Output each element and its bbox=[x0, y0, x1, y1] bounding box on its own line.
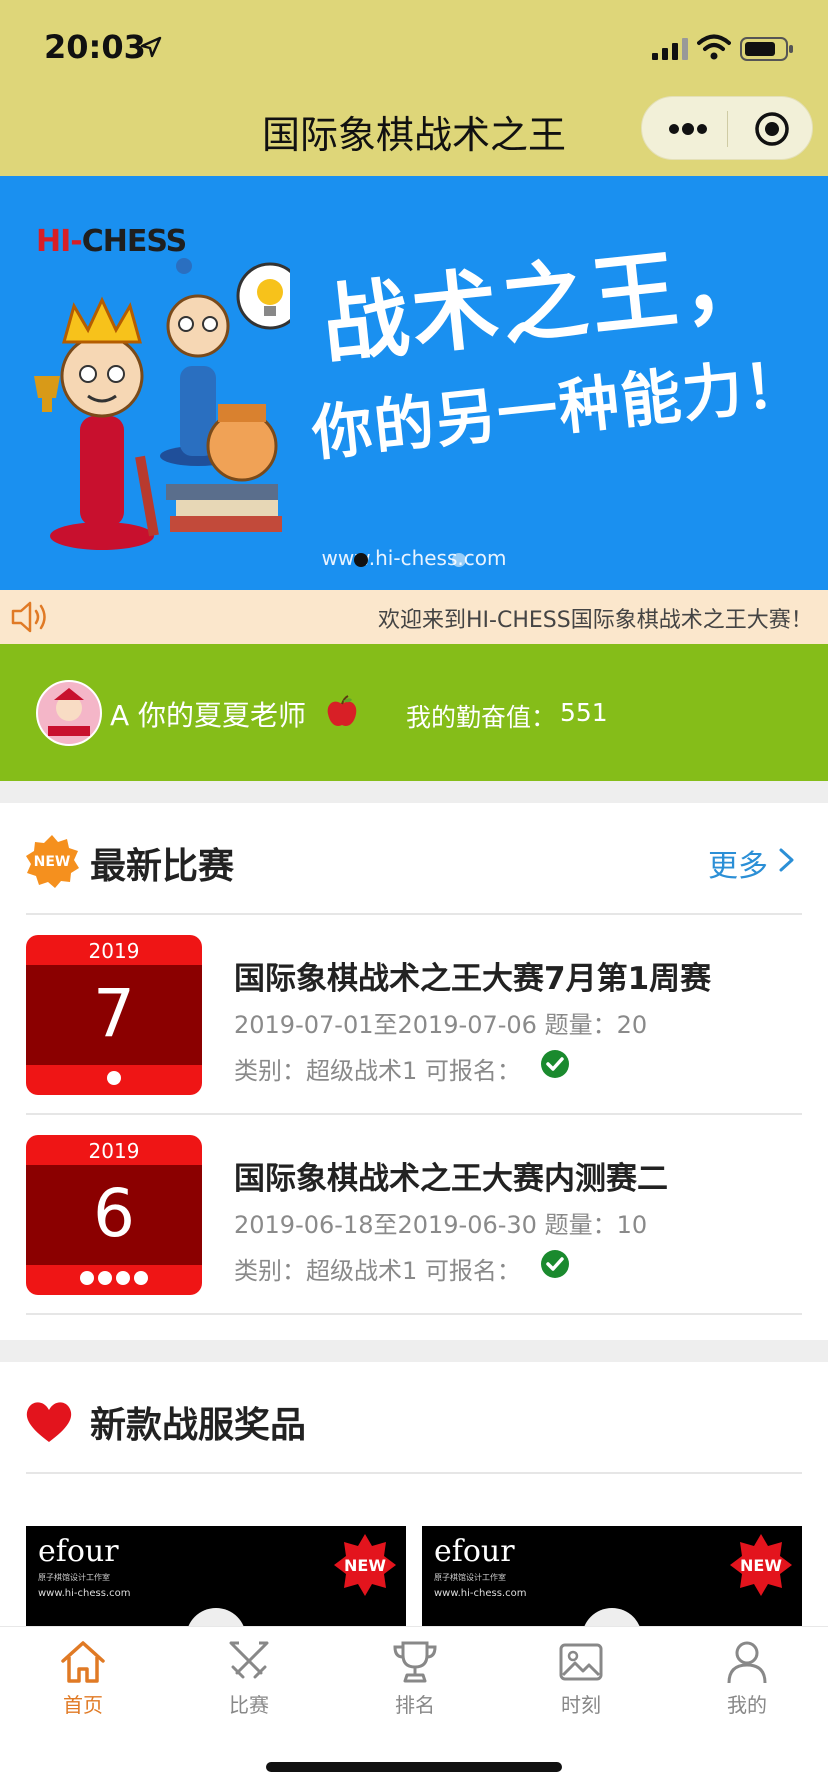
section-gap bbox=[0, 781, 828, 803]
user-info-bar: A 你的夏夏老师 我的勤奋值： 551 bbox=[0, 644, 828, 781]
shirt-collar bbox=[186, 1608, 246, 1626]
mini-program-capsule bbox=[641, 96, 813, 160]
prize-subtitle: 原子棋馆设计工作室 bbox=[38, 1573, 110, 1582]
tab-matches[interactable]: 比赛 bbox=[166, 1639, 332, 1718]
tab-ranking[interactable]: 排名 bbox=[332, 1639, 498, 1718]
tab-label: 比赛 bbox=[229, 1693, 269, 1717]
wifi-icon bbox=[697, 34, 731, 60]
divider bbox=[26, 1313, 802, 1315]
notice-marquee: 欢迎来到HI-CHESS国际象棋战术之王大赛！ bbox=[0, 590, 828, 644]
tab-label: 我的 bbox=[727, 1693, 767, 1717]
match-meta: 2019-06-18至2019-06-30 题量：10 bbox=[234, 1211, 648, 1239]
carousel-indicator bbox=[354, 552, 550, 571]
calendar-week-dots bbox=[26, 1270, 202, 1289]
app-header: 20:03 国际象棋战术之王 bbox=[0, 0, 828, 176]
more-dots-icon[interactable] bbox=[666, 117, 710, 141]
prize-card[interactable]: efour 原子棋馆设计工作室 www.hi-chess.com NEW bbox=[26, 1526, 406, 1626]
battery-icon bbox=[740, 37, 793, 61]
check-circle-icon bbox=[541, 1250, 569, 1278]
notice-text: 欢迎来到HI-CHESS国际象棋战术之王大赛！ bbox=[378, 608, 813, 633]
diligence-label: 我的勤奋值： bbox=[406, 703, 557, 732]
match-meta: 2019-07-01至2019-07-06 题量：20 bbox=[234, 1011, 648, 1039]
new-starburst-icon: NEW bbox=[334, 1534, 396, 1596]
calendar-year: 2019 bbox=[88, 939, 140, 963]
new-badge-icon: NEW bbox=[26, 835, 79, 888]
section-gap bbox=[0, 1340, 828, 1362]
match-category: 类别：超级战术1 可报名： bbox=[234, 1257, 521, 1285]
new-starburst-icon: NEW bbox=[730, 1534, 792, 1596]
user-icon bbox=[727, 1641, 767, 1684]
prize-url: www.hi-chess.com bbox=[38, 1588, 131, 1599]
prizes-section-header: 新款战服奖品 bbox=[0, 1362, 828, 1472]
promo-banner[interactable]: HI-CHESS 战术之王， 你的另一种能力！ www.hi-chess.com bbox=[0, 176, 828, 590]
match-calendar-badge: 2019 7 bbox=[26, 935, 202, 1095]
chevron-right-icon[interactable] bbox=[778, 847, 796, 873]
avatar[interactable] bbox=[36, 680, 102, 746]
match-calendar-badge: 2019 6 bbox=[26, 1135, 202, 1295]
prize-subtitle: 原子棋馆设计工作室 bbox=[434, 1573, 506, 1582]
divider bbox=[26, 1472, 802, 1474]
week-dot bbox=[107, 1071, 121, 1085]
cellular-signal-icon bbox=[652, 38, 688, 60]
match-list-item[interactable]: 2019 6 国际象棋战术之王大赛内测赛二 2019-06-18至2019-06… bbox=[0, 1115, 828, 1315]
picture-icon bbox=[559, 1643, 603, 1681]
carousel-dot-1[interactable] bbox=[354, 553, 368, 567]
check-circle-icon bbox=[541, 1050, 569, 1078]
apple-icon bbox=[327, 695, 357, 726]
tab-label: 排名 bbox=[395, 1693, 435, 1717]
week-dot bbox=[98, 1271, 112, 1285]
prize-url: www.hi-chess.com bbox=[434, 1588, 527, 1599]
user-name: A 你的夏夏老师 bbox=[110, 699, 307, 732]
home-indicator[interactable] bbox=[266, 1762, 562, 1772]
speaker-icon bbox=[11, 601, 46, 633]
svg-text:NEW: NEW bbox=[34, 854, 71, 870]
matches-section-title: 最新比赛 bbox=[90, 846, 235, 887]
heart-icon bbox=[26, 1402, 72, 1442]
close-program-icon[interactable] bbox=[754, 111, 790, 147]
svg-text:NEW: NEW bbox=[740, 1556, 782, 1575]
avatar-image-icon bbox=[48, 688, 90, 736]
match-title: 国际象棋战术之王大赛内测赛二 bbox=[234, 1161, 668, 1197]
carousel-dot-2[interactable] bbox=[452, 553, 466, 567]
tab-label: 首页 bbox=[63, 1693, 103, 1717]
trophy-icon bbox=[393, 1641, 437, 1683]
home-icon bbox=[61, 1641, 105, 1683]
matches-section-header: NEW 最新比赛 更多 bbox=[0, 803, 828, 913]
svg-text:NEW: NEW bbox=[344, 1556, 386, 1575]
chess-cartoon-illustration bbox=[34, 258, 290, 550]
prize-brand: efour bbox=[434, 1534, 515, 1569]
tab-label: 时刻 bbox=[561, 1693, 601, 1717]
swords-icon bbox=[229, 1641, 269, 1679]
prizes-section-title: 新款战服奖品 bbox=[90, 1405, 307, 1446]
calendar-year: 2019 bbox=[88, 1139, 140, 1163]
tab-profile[interactable]: 我的 bbox=[664, 1639, 828, 1718]
location-arrow-icon bbox=[140, 36, 162, 58]
status-time: 20:03 bbox=[44, 28, 146, 66]
capsule-divider bbox=[727, 111, 728, 147]
diligence-value: 551 bbox=[560, 698, 608, 727]
tab-moments[interactable]: 时刻 bbox=[498, 1639, 664, 1718]
more-matches-link[interactable]: 更多 bbox=[708, 841, 768, 885]
match-category: 类别：超级战术1 可报名： bbox=[234, 1057, 521, 1085]
calendar-week-dots bbox=[26, 1070, 202, 1089]
week-dot bbox=[80, 1271, 94, 1285]
calendar-month: 6 bbox=[93, 1175, 135, 1252]
hi-chess-logo: HI-CHESS bbox=[36, 224, 187, 259]
week-dot bbox=[116, 1271, 130, 1285]
tab-home[interactable]: 首页 bbox=[0, 1639, 166, 1718]
match-title: 国际象棋战术之王大赛7月第1周赛 bbox=[234, 961, 712, 997]
week-dot bbox=[134, 1271, 148, 1285]
calendar-month: 7 bbox=[93, 975, 135, 1052]
prize-card[interactable]: efour 原子棋馆设计工作室 www.hi-chess.com NEW bbox=[422, 1526, 802, 1626]
match-list-item[interactable]: 2019 7 国际象棋战术之王大赛7月第1周赛 2019-07-01至2019-… bbox=[0, 915, 828, 1115]
prize-brand: efour bbox=[38, 1534, 119, 1569]
shirt-collar bbox=[582, 1608, 642, 1626]
